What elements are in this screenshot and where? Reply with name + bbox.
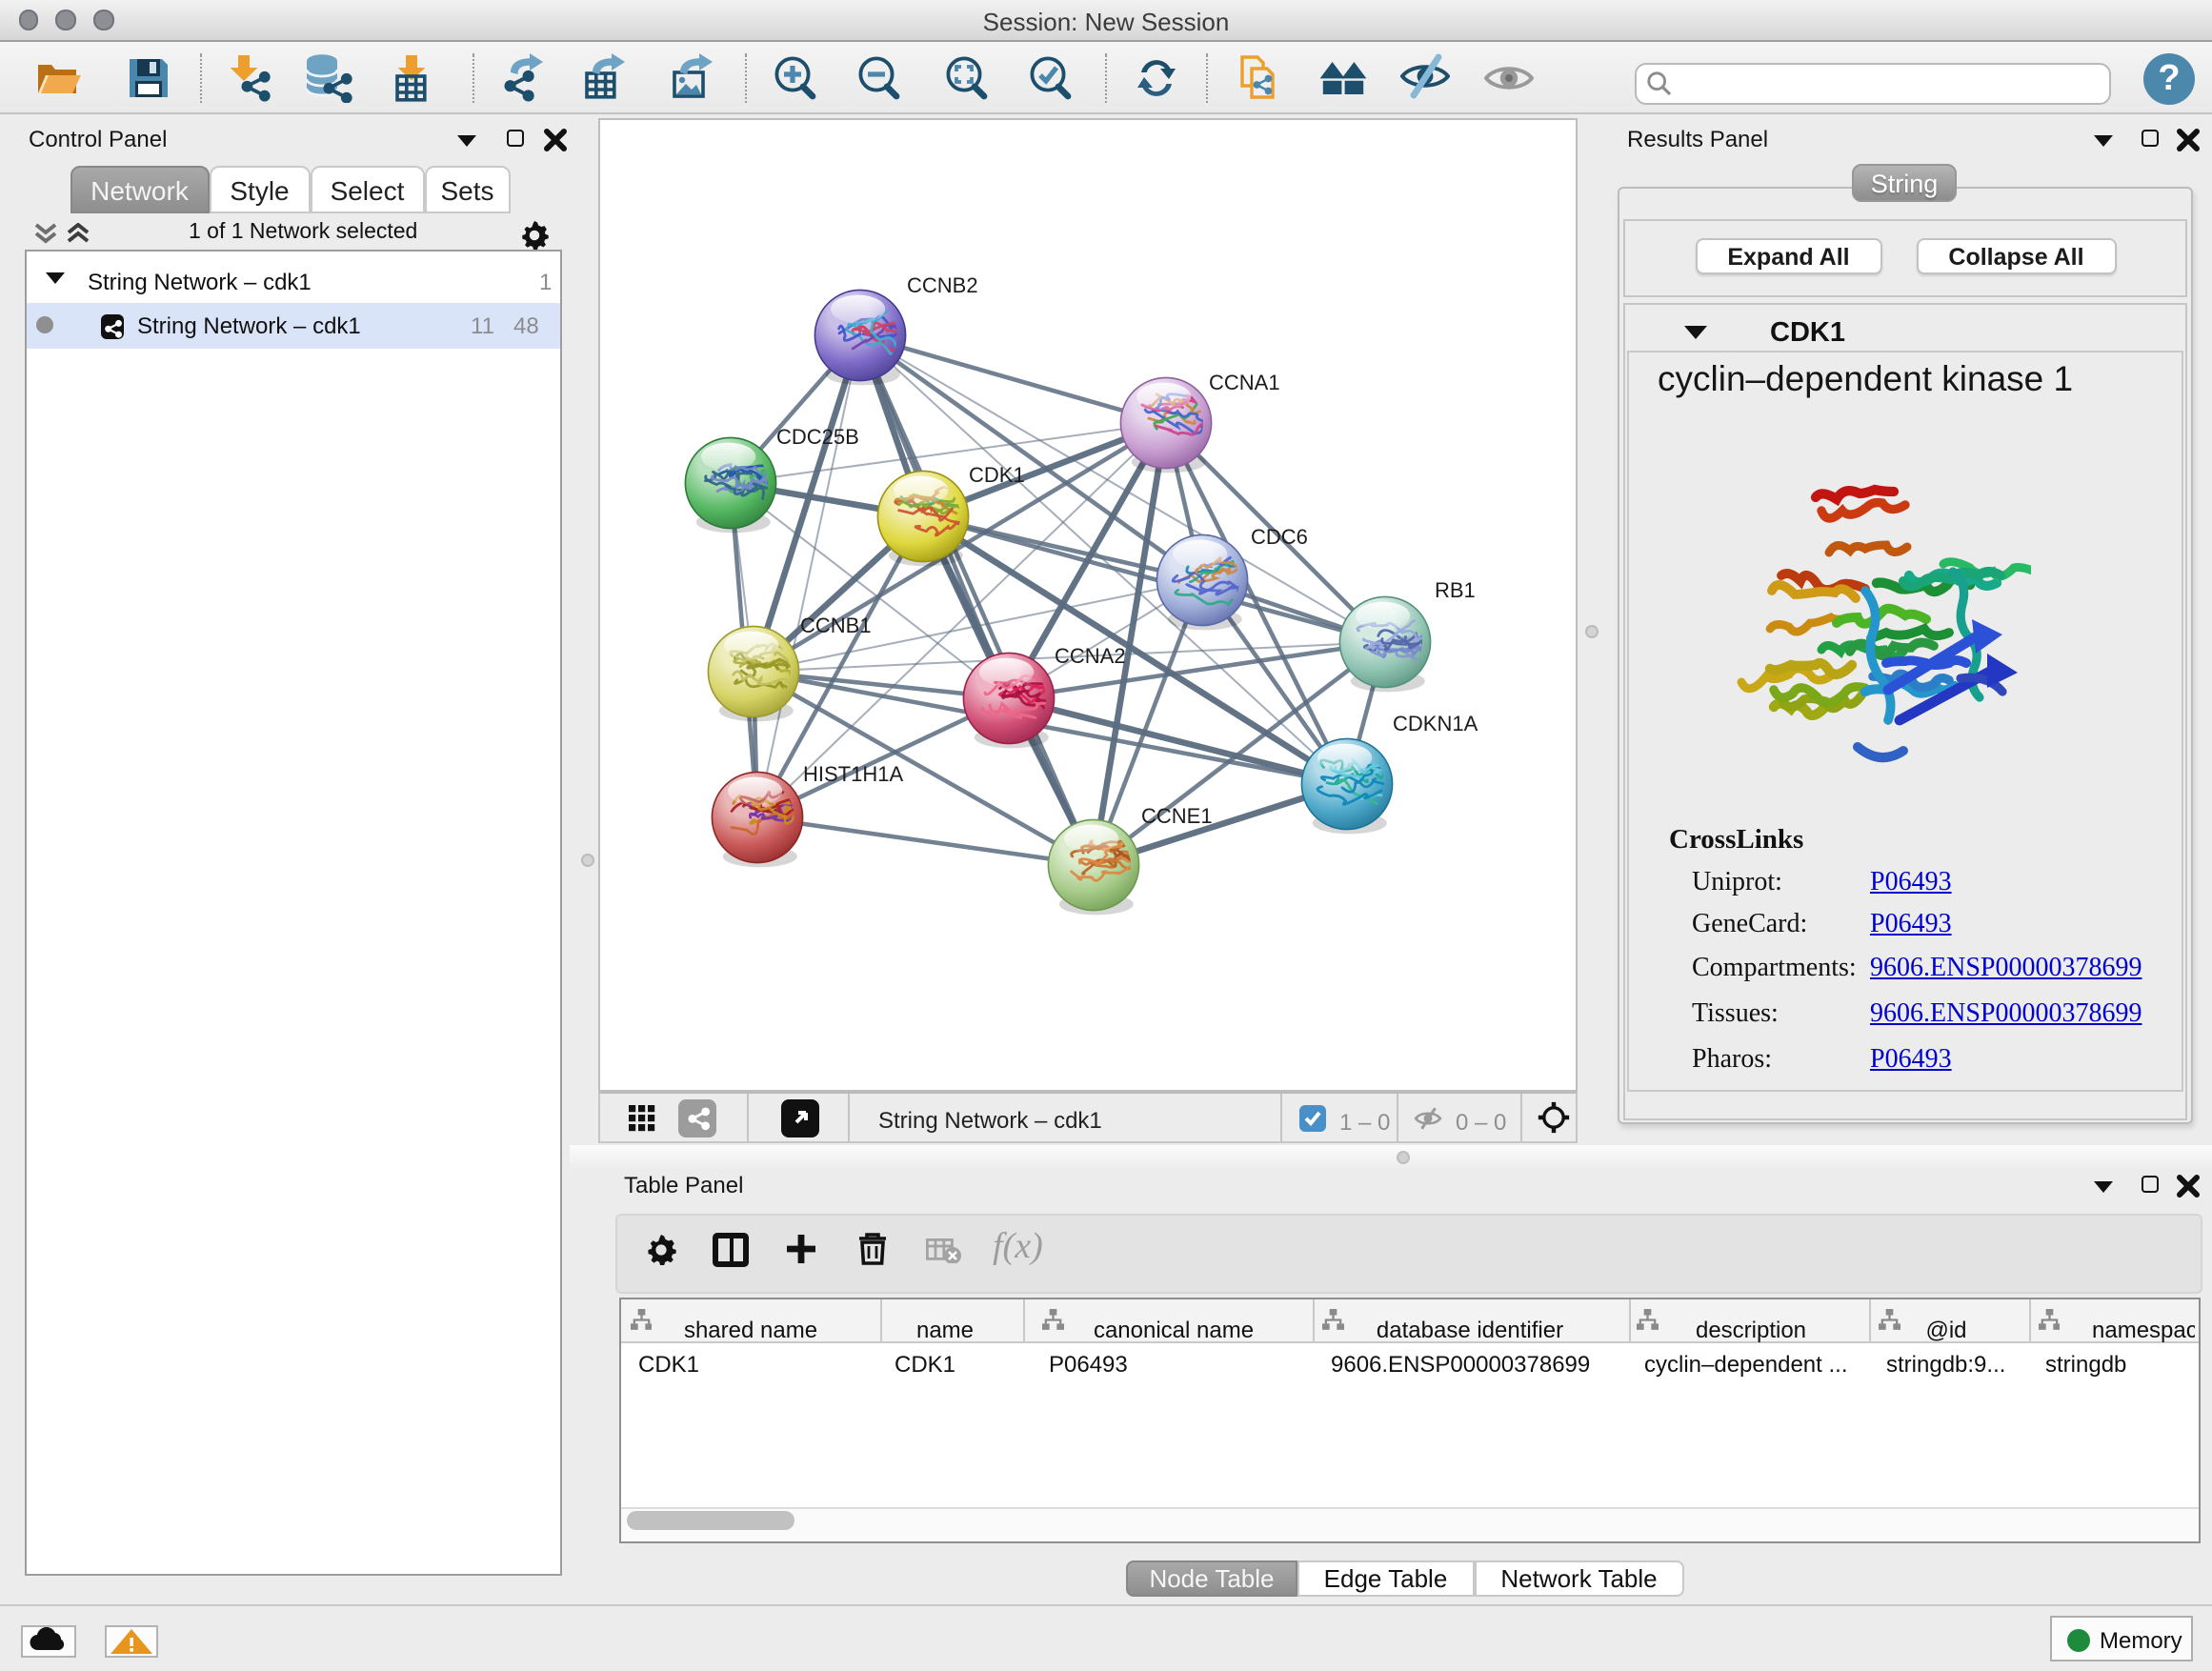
svg-text:CDC25B: CDC25B [776,425,859,449]
svg-text:CCNB1: CCNB1 [800,614,872,637]
svg-text:CDK1: CDK1 [969,463,1025,487]
svg-text:CCNA2: CCNA2 [1055,644,1126,668]
svg-text:CCNB2: CCNB2 [907,273,978,297]
svg-text:CCNA1: CCNA1 [1209,371,1280,394]
svg-text:CDC6: CDC6 [1251,525,1308,549]
svg-text:HIST1H1A: HIST1H1A [803,762,903,786]
svg-text:RB1: RB1 [1435,578,1476,602]
svg-text:CDKN1A: CDKN1A [1393,712,1478,735]
svg-text:CCNE1: CCNE1 [1141,804,1213,828]
